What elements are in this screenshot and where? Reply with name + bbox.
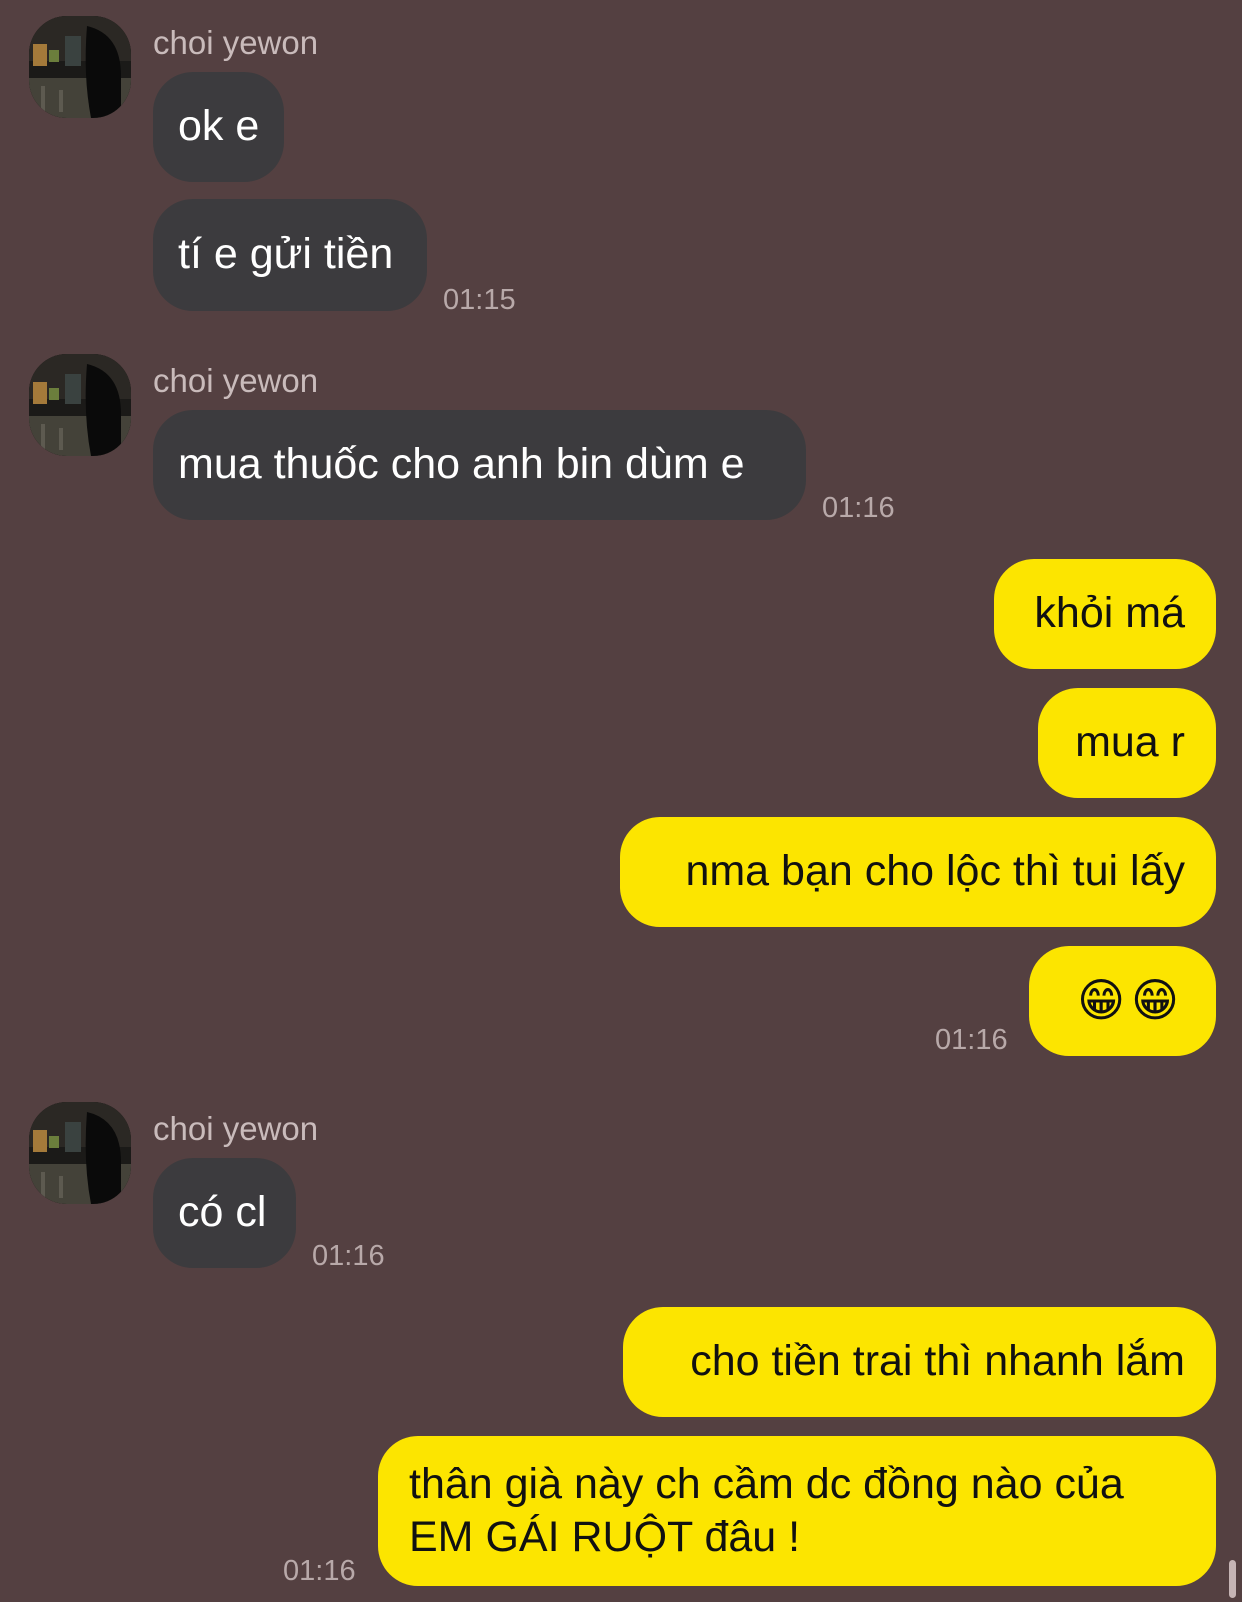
- message-bubble[interactable]: tí e gửi tiền: [153, 199, 427, 311]
- message-text: mua thuốc cho anh bin dùm e: [178, 440, 745, 489]
- message-text: nma bạn cho lộc thì tui lấy: [685, 847, 1185, 896]
- message-timestamp: 01:16: [283, 1555, 356, 1587]
- message-text: cho tiền trai thì nhanh lắm: [690, 1337, 1185, 1386]
- avatar-photo: [29, 354, 131, 456]
- message-bubble[interactable]: mua r: [1038, 688, 1216, 798]
- message-text: tí e gửi tiền: [178, 230, 394, 279]
- message-timestamp: 01:16: [312, 1240, 385, 1272]
- message-bubble[interactable]: mua thuốc cho anh bin dùm e: [153, 410, 806, 520]
- avatar[interactable]: [29, 16, 131, 118]
- message-bubble[interactable]: có cl: [153, 1158, 296, 1268]
- emoji-grin-icon: 😁😁: [1077, 974, 1185, 1027]
- message-text: có cl: [178, 1188, 267, 1237]
- avatar[interactable]: [29, 1102, 131, 1204]
- message-bubble[interactable]: nma bạn cho lộc thì tui lấy: [620, 817, 1216, 927]
- message-text: mua r: [1075, 718, 1185, 767]
- message-bubble[interactable]: thân già này ch cầm dc đồng nào của EM G…: [378, 1436, 1216, 1586]
- message-timestamp: 01:16: [822, 492, 895, 524]
- message-text: khỏi má: [1034, 589, 1185, 638]
- message-text: thân già này ch cầm dc đồng nào của EM G…: [409, 1460, 1124, 1561]
- message-bubble[interactable]: ok e: [153, 72, 284, 182]
- avatar-photo: [29, 1102, 131, 1204]
- sender-name: choi yewon: [153, 1110, 319, 1147]
- avatar-photo: [29, 16, 131, 118]
- message-bubble[interactable]: 😁😁: [1029, 946, 1216, 1056]
- message-timestamp: 01:16: [935, 1024, 1008, 1056]
- message-text: ok e: [178, 102, 260, 151]
- avatar[interactable]: [29, 354, 131, 456]
- message-bubble[interactable]: cho tiền trai thì nhanh lắm: [623, 1307, 1216, 1417]
- scrollbar-thumb[interactable]: [1229, 1560, 1236, 1598]
- sender-name: choi yewon: [153, 362, 319, 399]
- message-timestamp: 01:15: [443, 284, 516, 316]
- message-bubble[interactable]: khỏi má: [994, 559, 1216, 669]
- sender-name: choi yewon: [153, 24, 319, 61]
